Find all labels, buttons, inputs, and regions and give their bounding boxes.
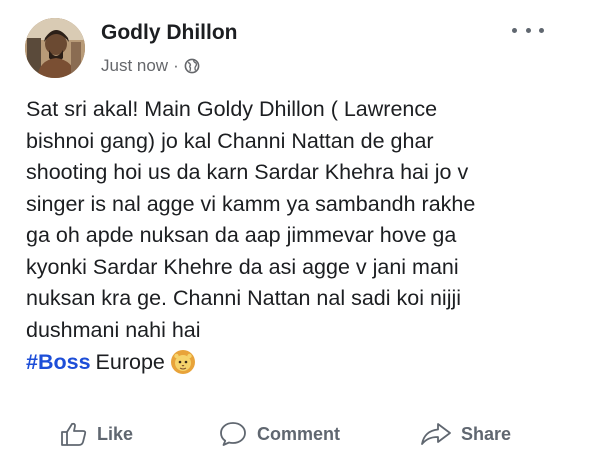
comment-button[interactable]: Comment	[218, 414, 340, 454]
post-body-line: nuksan kra ge. Channi Nattan nal sadi ko…	[26, 286, 462, 310]
facebook-post: Godly Dhillon Just now · Sat sri akal! M…	[0, 0, 596, 466]
meta-separator: ·	[173, 56, 179, 75]
thumbs-up-icon	[61, 422, 87, 446]
post-body-line: shooting hoi us da karn Sardar Khehra ha…	[26, 160, 469, 184]
location-text: Europe	[95, 349, 165, 374]
hashtag-line: #Boss Europe	[26, 346, 196, 378]
comment-icon	[220, 422, 246, 446]
post-body-line: ga oh apde nuksan da aap jimmevar hove g…	[26, 223, 457, 247]
share-icon	[421, 423, 451, 445]
comment-label: Comment	[257, 423, 341, 444]
like-button[interactable]: Like	[60, 414, 133, 454]
share-label: Share	[461, 423, 512, 444]
globe-icon[interactable]	[184, 58, 200, 74]
post-meta: Just now ·	[101, 55, 200, 77]
post-body-line: bishnoi gang) jo kal Channi Nattan de gh…	[26, 128, 434, 153]
avatar[interactable]	[25, 18, 85, 78]
hashtag-link[interactable]: #Boss	[26, 350, 91, 375]
more-options-icon[interactable]	[510, 20, 546, 40]
post-body: Sat sri akal! Main Goldy Dhillon ( Lawre…	[26, 94, 586, 346]
share-button[interactable]: Share	[420, 414, 511, 454]
more-dot	[512, 27, 517, 33]
post-body-line: kyonki Sardar Khehre da asi agge v jani …	[26, 254, 459, 279]
timestamp[interactable]: Just now	[101, 56, 168, 76]
avatar-image	[25, 18, 85, 78]
post-body-line: singer is nal agge vi kamm ya sambandh r…	[26, 191, 476, 216]
author-name[interactable]: Godly Dhillon	[101, 21, 238, 45]
post-body-line: dushmani nahi hai	[26, 317, 201, 342]
more-dot	[539, 27, 544, 33]
post-actions: Like Comment Share	[0, 414, 596, 454]
post-body-line: Sat sri akal! Main Goldy Dhillon ( Lawre…	[26, 97, 438, 121]
lion-face-icon	[170, 349, 196, 375]
more-dot	[525, 27, 531, 33]
like-label: Like	[97, 423, 134, 444]
